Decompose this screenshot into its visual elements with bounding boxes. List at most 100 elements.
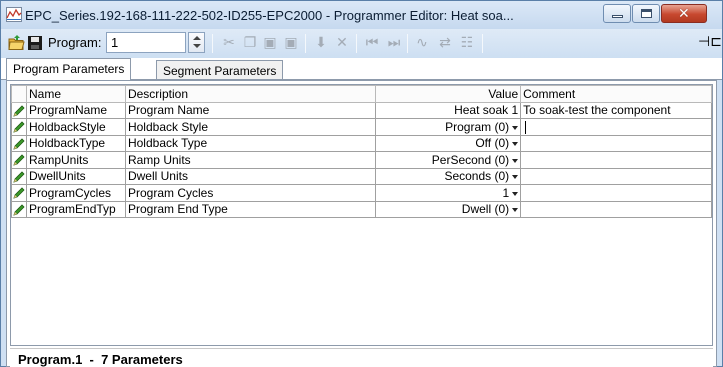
description-cell-text: Holdback Type	[127, 136, 208, 151]
paste-special-icon[interactable]: ▣	[282, 34, 300, 52]
row-edit-cell[interactable]	[11, 167, 27, 185]
description-cell[interactable]: Program Name	[124, 101, 377, 119]
row-edit-cell[interactable]	[11, 101, 27, 119]
program-spinner[interactable]	[188, 32, 205, 53]
program-number-input[interactable]: 1	[106, 32, 186, 53]
comment-cell[interactable]	[520, 167, 712, 185]
value-cell[interactable]: Dwell (0)	[375, 200, 522, 218]
row-edit-cell[interactable]	[11, 118, 27, 136]
name-cell-text: ProgramEndTyp	[29, 202, 116, 217]
tab-program-parameters[interactable]: Program Parameters	[6, 58, 132, 80]
name-cell[interactable]: ProgramEndTyp	[26, 200, 126, 218]
close-button[interactable]: ✕	[661, 4, 707, 23]
table-row[interactable]: ProgramCycles Program Cycles 1	[11, 184, 712, 202]
description-cell[interactable]: Ramp Units	[124, 151, 377, 169]
value-cell-text: PerSecond (0)	[431, 152, 510, 167]
comment-cell[interactable]	[520, 118, 712, 136]
cut-icon[interactable]: ✂	[220, 34, 238, 52]
value-cell[interactable]: Program (0)	[375, 118, 522, 136]
last-icon[interactable]: ⏭	[385, 34, 403, 52]
sync-icon[interactable]: ⇄	[436, 34, 454, 52]
dropdown-arrow-icon[interactable]	[512, 175, 519, 180]
table-row[interactable]: DwellUnits Dwell Units Seconds (0)	[11, 167, 712, 185]
name-cell[interactable]: HoldbackType	[26, 134, 126, 152]
name-cell-text: DwellUnits	[29, 169, 86, 184]
open-folder-icon[interactable]	[7, 34, 25, 52]
name-cell[interactable]: ProgramCycles	[26, 184, 126, 202]
row-edit-cell[interactable]	[11, 200, 27, 218]
spinner-up-icon[interactable]	[193, 36, 201, 40]
name-cell-text: HoldbackStyle	[29, 119, 106, 134]
table-row[interactable]: ProgramEndTyp Program End Type Dwell (0)	[11, 200, 712, 218]
comment-cell[interactable]	[520, 151, 712, 169]
description-cell-text: Program Cycles	[127, 185, 214, 200]
minimize-icon	[612, 15, 623, 18]
header-value[interactable]: Value	[375, 85, 522, 103]
name-cell-text: ProgramName	[29, 103, 108, 118]
toolbar-separator	[482, 34, 483, 53]
toolbar: Program: 1 ✂ ❐ ▣ ▣ ⬇ ✕ ⏮ ⏭ ∿ ⇄ ☷ ⊣⊏	[1, 29, 722, 58]
dropdown-arrow-icon[interactable]	[512, 125, 519, 130]
first-icon[interactable]: ⏮	[363, 34, 381, 52]
value-cell[interactable]: Off (0)	[375, 134, 522, 152]
program-label: Program:	[48, 35, 102, 50]
toolbar-separator	[212, 34, 213, 53]
value-cell[interactable]: Heat soak 1	[375, 101, 522, 119]
description-cell-text: Program Name	[127, 103, 210, 118]
paste-icon[interactable]: ▣	[261, 34, 279, 52]
value-cell-text: Off (0)	[475, 136, 510, 151]
description-cell-text: Ramp Units	[127, 152, 191, 167]
dropdown-arrow-icon[interactable]	[512, 142, 519, 147]
description-cell[interactable]: Holdback Style	[124, 118, 377, 136]
tab-segment-parameters[interactable]: Segment Parameters	[156, 60, 284, 80]
table-row[interactable]: HoldbackType Holdback Type Off (0)	[11, 134, 712, 152]
row-edit-cell[interactable]	[11, 134, 27, 152]
header-name[interactable]: Name	[26, 85, 126, 103]
dropdown-arrow-icon[interactable]	[512, 191, 519, 196]
comment-cell[interactable]	[520, 134, 712, 152]
table-row[interactable]: HoldbackStyle Holdback Style Program (0)	[11, 118, 712, 136]
toolbar-separator	[305, 34, 306, 53]
name-cell[interactable]: ProgramName	[26, 101, 126, 119]
value-cell[interactable]: Seconds (0)	[375, 167, 522, 185]
copy-icon[interactable]: ❐	[241, 34, 259, 52]
row-edit-cell[interactable]	[11, 184, 27, 202]
table-row[interactable]: ProgramName Program Name Heat soak 1 To soa…	[11, 101, 712, 119]
comment-cell[interactable]	[520, 200, 712, 218]
insert-icon[interactable]: ⬇	[312, 34, 330, 52]
dropdown-arrow-icon[interactable]	[512, 158, 519, 163]
table-icon[interactable]: ☷	[458, 34, 476, 52]
description-cell[interactable]: Program Cycles	[124, 184, 377, 202]
value-cell-text: 1	[502, 185, 510, 200]
name-cell-text: ProgramCycles	[29, 185, 112, 200]
description-cell-text: Dwell Units	[127, 169, 188, 184]
name-cell[interactable]: HoldbackStyle	[26, 118, 126, 136]
tab-panel: Name Description Value Comment ProgramNa…	[6, 80, 717, 367]
save-icon[interactable]	[26, 34, 44, 52]
description-cell[interactable]: Program End Type	[124, 200, 377, 218]
value-cell[interactable]: 1	[375, 184, 522, 202]
row-edit-cell[interactable]	[11, 151, 27, 169]
title-bar[interactable]: EPC_Series.192-168-111-222-502-ID255-EPC…	[1, 1, 722, 29]
minimize-button[interactable]	[603, 4, 631, 23]
comment-cell[interactable]: To soak-test the component	[520, 101, 712, 119]
maximize-button[interactable]	[632, 4, 660, 23]
delete-icon[interactable]: ✕	[333, 34, 351, 52]
description-cell[interactable]: Dwell Units	[124, 167, 377, 185]
graph-icon[interactable]: ∿	[413, 34, 431, 52]
name-cell-text: HoldbackType	[29, 136, 106, 151]
edit-pencil-icon	[13, 121, 25, 133]
description-cell-text: Holdback Style	[127, 119, 209, 134]
name-cell[interactable]: RampUnits	[26, 151, 126, 169]
table-row[interactable]: RampUnits Ramp Units PerSecond (0)	[11, 151, 712, 169]
spinner-down-icon[interactable]	[193, 44, 201, 48]
description-cell[interactable]: Holdback Type	[124, 134, 377, 152]
header-description[interactable]: Description	[124, 85, 377, 103]
value-cell[interactable]: PerSecond (0)	[375, 151, 522, 169]
comment-cell[interactable]	[520, 184, 712, 202]
dropdown-arrow-icon[interactable]	[512, 208, 519, 213]
edit-pencil-icon	[13, 154, 25, 166]
pin-icon[interactable]: ⊣⊏	[698, 34, 722, 50]
header-comment[interactable]: Comment	[520, 85, 712, 103]
name-cell[interactable]: DwellUnits	[26, 167, 126, 185]
